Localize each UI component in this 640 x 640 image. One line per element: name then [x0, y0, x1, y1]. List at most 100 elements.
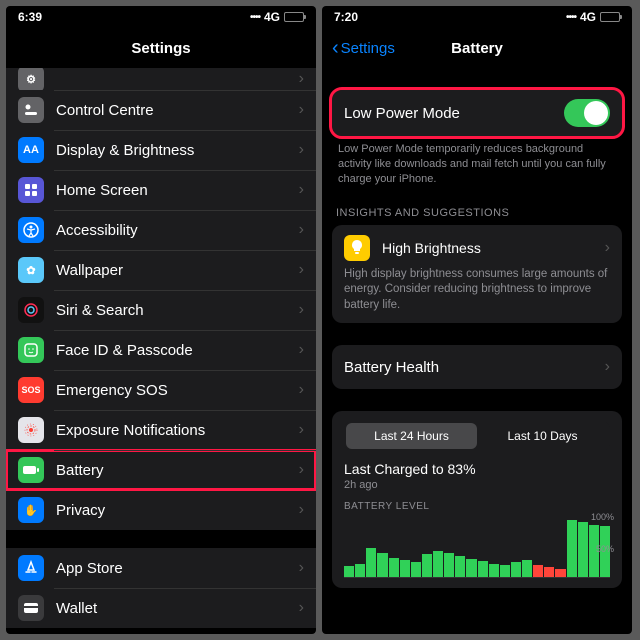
settings-row-accessibility[interactable]: Accessibility ›	[6, 210, 316, 250]
seg-10d[interactable]: Last 10 Days	[477, 423, 608, 449]
page-title: Settings	[131, 40, 190, 57]
battery-level-label: BATTERY LEVEL	[344, 501, 610, 512]
lpm-toggle[interactable]	[564, 99, 610, 127]
chart-bar	[411, 562, 421, 577]
faceid-icon	[18, 337, 44, 363]
chart-bar	[533, 565, 543, 577]
chevron-right-icon: ›	[299, 101, 304, 119]
settings-row-battery[interactable]: Battery ›	[6, 450, 316, 490]
chart-bar	[366, 548, 376, 577]
lpm-description: Low Power Mode temporarily reduces backg…	[322, 136, 632, 187]
chart-bar	[444, 553, 454, 577]
row-label: Exposure Notifications	[56, 422, 287, 439]
status-bar: 6:39 •••• 4G	[6, 6, 316, 28]
settings-row-privacy[interactable]: ✋ Privacy ›	[6, 490, 316, 530]
toggles-icon	[18, 97, 44, 123]
row-label: Wallpaper	[56, 262, 287, 279]
settings-row-faceid[interactable]: Face ID & Passcode ›	[6, 330, 316, 370]
back-button[interactable]: ‹ Settings	[332, 37, 395, 60]
nav-bar: Settings	[6, 28, 316, 68]
signal-icon: ••••	[250, 12, 260, 23]
battery-health-row[interactable]: Battery Health ›	[332, 345, 622, 389]
chart-bar	[377, 553, 387, 577]
chevron-right-icon: ›	[299, 141, 304, 159]
nav-bar: ‹ Settings Battery	[322, 28, 632, 68]
status-bar: 7:20 •••• 4G	[322, 6, 632, 28]
settings-list[interactable]: ⚙︎ › Control Centre › AA Display & Brigh…	[6, 68, 316, 634]
battery-icon	[18, 457, 44, 483]
chart-bar	[422, 554, 432, 577]
seg-24h[interactable]: Last 24 Hours	[346, 423, 477, 449]
chevron-right-icon: ›	[299, 381, 304, 399]
signal-icon: ••••	[566, 12, 576, 23]
chevron-right-icon: ›	[299, 261, 304, 279]
chart-bar	[400, 560, 410, 577]
row-label: Emergency SOS	[56, 382, 287, 399]
wallet-icon	[18, 595, 44, 621]
app-store-icon	[18, 555, 44, 581]
network-label: 4G	[580, 10, 596, 24]
chart-bar	[567, 520, 577, 577]
insight-title: High Brightness	[382, 240, 593, 256]
chevron-right-icon: ›	[299, 301, 304, 319]
y-label-100: 100%	[591, 512, 614, 522]
chart-bar	[389, 558, 399, 578]
row-label: Display & Brightness	[56, 142, 287, 159]
chevron-right-icon: ›	[299, 70, 304, 88]
chevron-right-icon: ›	[605, 239, 610, 257]
siri-icon	[18, 297, 44, 323]
battery-level-chart: 100% 50%	[344, 516, 610, 578]
battery-usage-card: Last 24 Hours Last 10 Days Last Charged …	[332, 411, 622, 588]
row-label: Battery Health	[344, 359, 593, 376]
insight-text: High display brightness consumes large a…	[344, 267, 610, 314]
chevron-right-icon: ›	[299, 599, 304, 617]
page-title: Battery	[451, 40, 503, 57]
chevron-left-icon: ‹	[332, 37, 339, 60]
settings-row-app-store[interactable]: App Store ›	[6, 548, 316, 588]
battery-content[interactable]: Low Power Mode Low Power Mode temporaril…	[322, 68, 632, 634]
settings-row-wallet[interactable]: Wallet ›	[6, 588, 316, 628]
row-label: Siri & Search	[56, 302, 287, 319]
chart-bar	[500, 565, 510, 577]
settings-row-wallpaper[interactable]: ✿ Wallpaper ›	[6, 250, 316, 290]
settings-row-sos[interactable]: SOS Emergency SOS ›	[6, 370, 316, 410]
chart-bar	[466, 559, 476, 577]
row-label: App Store	[56, 560, 287, 577]
flower-icon: ✿	[18, 257, 44, 283]
chart-bar	[455, 556, 465, 577]
sos-icon: SOS	[18, 377, 44, 403]
low-power-mode-row[interactable]: Low Power Mode	[332, 90, 622, 136]
chart-bar	[478, 561, 488, 577]
lpm-label: Low Power Mode	[344, 105, 552, 122]
chart-bar	[578, 522, 588, 577]
settings-row-display[interactable]: AA Display & Brightness ›	[6, 130, 316, 170]
row-label: Privacy	[56, 502, 287, 519]
chart-bar	[344, 566, 354, 577]
insight-high-brightness[interactable]: High Brightness › High display brightnes…	[332, 225, 622, 324]
battery-icon	[284, 12, 304, 22]
last-charged-sub: 2h ago	[344, 479, 610, 491]
chevron-right-icon: ›	[299, 341, 304, 359]
chart-bar	[544, 567, 554, 577]
row-label: Home Screen	[56, 182, 287, 199]
chevron-right-icon: ›	[299, 461, 304, 479]
exposure-icon	[18, 417, 44, 443]
row-label: Face ID & Passcode	[56, 342, 287, 359]
gear-icon: ⚙︎	[18, 68, 44, 92]
settings-row-home-screen[interactable]: Home Screen ›	[6, 170, 316, 210]
chevron-right-icon: ›	[299, 181, 304, 199]
chevron-right-icon: ›	[299, 501, 304, 519]
battery-icon	[600, 12, 620, 22]
lightbulb-icon	[344, 235, 370, 261]
settings-row-exposure[interactable]: Exposure Notifications ›	[6, 410, 316, 450]
chevron-right-icon: ›	[299, 421, 304, 439]
grid-icon	[18, 177, 44, 203]
chevron-right-icon: ›	[299, 559, 304, 577]
hand-icon: ✋	[18, 497, 44, 523]
settings-row-siri[interactable]: Siri & Search ›	[6, 290, 316, 330]
settings-row-general-partial[interactable]: ⚙︎ ›	[6, 68, 316, 90]
row-label: Battery	[56, 462, 287, 479]
time-range-segment[interactable]: Last 24 Hours Last 10 Days	[344, 421, 610, 451]
y-label-50: 50%	[596, 544, 614, 554]
settings-row-control-centre[interactable]: Control Centre ›	[6, 90, 316, 130]
